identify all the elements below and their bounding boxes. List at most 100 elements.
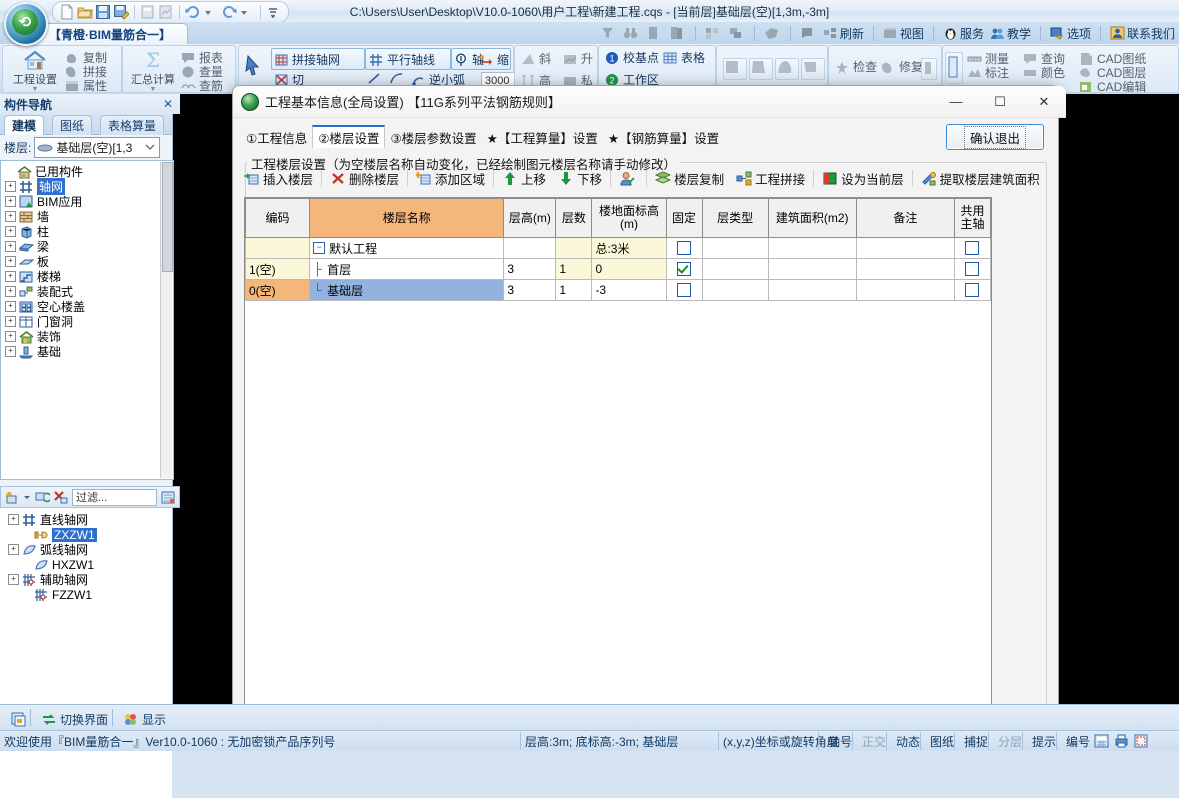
cad-edit-button[interactable]: CAD编辑 [1079, 78, 1146, 95]
display-button[interactable]: 显示 [116, 708, 173, 730]
dialog-tab-project-info[interactable]: ①工程信息 [241, 127, 312, 148]
cell-building-area[interactable] [767, 237, 857, 259]
shared-axis-checkbox[interactable] [965, 261, 980, 276]
set-current-floor-button[interactable]: 设为当前层 [816, 167, 910, 189]
check-button[interactable]: 检查 [835, 58, 877, 75]
cell-floor-name[interactable]: − 默认工程 [309, 237, 505, 259]
filter-input[interactable]: 过滤... [72, 488, 157, 506]
view-button[interactable]: 视图 [883, 25, 924, 42]
user-check-button[interactable] [613, 167, 644, 189]
redo-icon[interactable] [221, 4, 237, 20]
expand-toggle-icon[interactable]: + [5, 241, 16, 252]
table-row[interactable]: 0(空) └ 基础层 3 1 -3 [244, 279, 992, 301]
tree-item-楼梯[interactable]: + 楼梯 [5, 269, 173, 284]
expand-toggle-icon[interactable]: + [5, 331, 16, 342]
cell-floor-count[interactable] [555, 237, 593, 259]
cell-building-area[interactable] [767, 258, 857, 280]
add-area-button[interactable]: 添加区域 [410, 167, 491, 189]
add-icon[interactable] [4, 490, 20, 505]
component-tree[interactable]: 已用构件 + 轴网 + BIM应用 + 墙 + 柱 + 梁 + 板 + 楼梯 + 装配式 + 空心楼盖 + 门窗洞 + 装饰… [0, 160, 174, 480]
document-tab[interactable]: 【青橙·BIM量筋合一】 [32, 23, 188, 45]
tree-item-梁[interactable]: + 梁 [5, 239, 173, 254]
chevron-down-icon-floor[interactable] [145, 141, 155, 153]
tree-item-直线轴网[interactable]: + 直线轴网 [8, 512, 172, 527]
close-button[interactable]: ✕ [1022, 86, 1066, 117]
restore-window-button[interactable] [4, 708, 37, 730]
shape-4-icon[interactable] [801, 58, 825, 80]
tree-item-弧线轴网[interactable]: + 弧线轴网 [8, 542, 172, 557]
floor-copy-button[interactable]: 楼层复制 [649, 167, 730, 189]
tree-item-fzzw1[interactable]: FZZW1 [8, 587, 172, 602]
tree-scrollbar[interactable] [160, 162, 173, 478]
cell-fixed[interactable] [665, 258, 703, 280]
dialog-tab-floor-params[interactable]: ③楼层参数设置 [385, 127, 481, 148]
chevron-down-icon-2[interactable]: ▼ [150, 86, 157, 93]
collapse-toggle-icon[interactable]: − [313, 242, 326, 254]
cell-floor-type[interactable] [701, 237, 769, 259]
line-tool-button[interactable] [367, 71, 385, 85]
maximize-button[interactable]: ☐ [978, 86, 1022, 117]
expand-toggle-icon[interactable]: + [8, 544, 19, 555]
cell-code[interactable]: 1(空) [244, 258, 311, 280]
shared-axis-checkbox[interactable] [965, 240, 980, 255]
funnel-icon[interactable] [600, 26, 617, 40]
export-icon[interactable] [158, 4, 174, 20]
redo-dropdown-icon[interactable] [239, 4, 255, 20]
query-rebar-button[interactable]: 查筋 [181, 77, 223, 94]
parallel-axis-item[interactable]: 平行轴线 [369, 51, 435, 68]
fixed-checkbox[interactable] [677, 240, 692, 255]
page-icon[interactable] [646, 26, 663, 40]
pages-icon[interactable] [669, 26, 686, 40]
dialog-tab-floor-settings[interactable]: ②楼层设置 [312, 125, 386, 148]
cell-floor-name[interactable]: ├ 首层 [309, 258, 505, 280]
table-row[interactable]: 1(空) ├ 首层 3 1 0 [244, 258, 992, 280]
shape-2-icon[interactable] [749, 58, 773, 80]
col-floor-count[interactable]: 层数 [555, 198, 593, 238]
cell-shared-axis[interactable] [953, 258, 992, 280]
cell-code[interactable]: 0(空) [244, 279, 311, 301]
expand-toggle-icon[interactable]: + [5, 286, 16, 297]
tab-modeling[interactable]: 建模 [4, 115, 45, 135]
contact-button[interactable]: 联系我们 [1110, 25, 1175, 42]
cad-panel-icon[interactable] [945, 52, 963, 84]
col-elevation[interactable]: 楼地面标高(m) [591, 198, 667, 238]
properties-button[interactable]: 属性 [65, 77, 107, 94]
cell-floor-type[interactable] [701, 258, 769, 280]
cell-fixed[interactable] [665, 279, 703, 301]
expand-toggle-icon[interactable]: + [5, 271, 16, 282]
expand-toggle-icon[interactable]: + [8, 514, 19, 525]
cell-remark[interactable] [855, 279, 955, 301]
expand-toggle-icon[interactable]: + [5, 196, 16, 207]
cell-shared-axis[interactable] [953, 279, 992, 301]
cell-floor-height[interactable] [503, 237, 557, 259]
extract-area-button[interactable]: 提取楼层建筑面积 [915, 167, 1046, 189]
slope-button[interactable]: 斜 [521, 50, 551, 67]
cell-floor-name[interactable]: └ 基础层 [309, 279, 505, 301]
cell-code[interactable] [244, 237, 311, 259]
cell-building-area[interactable] [767, 279, 857, 301]
tree-item-bim应用[interactable]: + BIM应用 [5, 194, 173, 209]
close-icon[interactable]: ✕ [163, 97, 173, 111]
window-icon[interactable] [1134, 734, 1149, 748]
import-icon[interactable] [140, 4, 156, 20]
project-settings-button[interactable]: 工程设置 ▼ [7, 48, 63, 93]
toggle-number[interactable]: 编号 [1056, 732, 1099, 750]
tree-item-墙[interactable]: + 墙 [5, 209, 173, 224]
tree-item-柱[interactable]: + 柱 [5, 224, 173, 239]
expand-toggle-icon[interactable]: + [5, 256, 16, 267]
cell-floor-height[interactable]: 3 [503, 258, 557, 280]
undo-icon[interactable] [185, 4, 201, 20]
expand-toggle-icon[interactable]: + [5, 181, 16, 192]
col-remark[interactable]: 备注 [855, 198, 955, 238]
filter-tool-icon[interactable] [160, 490, 176, 505]
fixed-checkbox[interactable] [677, 261, 692, 276]
cell-floor-type[interactable] [701, 279, 769, 301]
save-icon[interactable] [95, 4, 111, 20]
tree-item-基础[interactable]: + 基础 [5, 344, 173, 359]
tag-icon[interactable] [764, 26, 781, 40]
teaching-button[interactable]: 教学 [990, 25, 1031, 42]
tree-item-轴网[interactable]: + 轴网 [5, 178, 173, 195]
delete-floor-button[interactable]: 删除楼层 [324, 167, 405, 189]
expand-toggle-icon[interactable]: + [5, 301, 16, 312]
dialog-tab-rebar-quantity[interactable]: ★【钢筋算量】设置 [603, 127, 724, 148]
